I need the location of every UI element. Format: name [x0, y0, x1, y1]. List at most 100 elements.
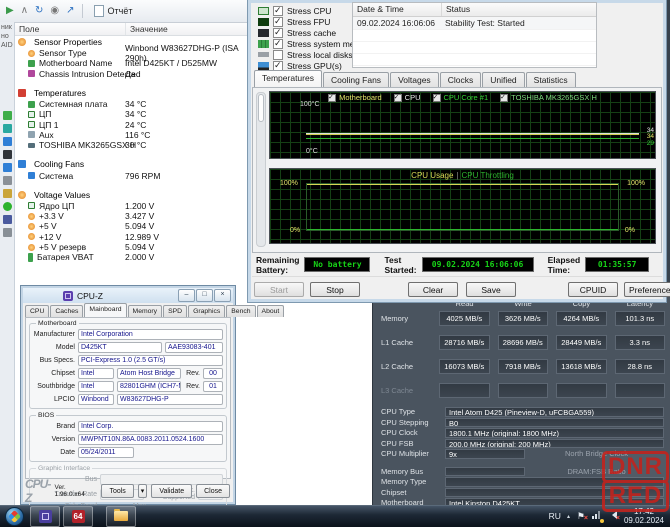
chipset-rev-label: Rev.: [184, 370, 200, 377]
temperatures-icon: [18, 89, 26, 97]
test-log-table: Date & Time Status 09.02.2024 16:06:06 S…: [352, 2, 597, 68]
log-row[interactable]: 09.02.2024 16:06:06 Stability Test: Star…: [353, 17, 596, 29]
cpuz-tab[interactable]: SPD: [163, 305, 187, 317]
cpuz-tab[interactable]: About: [257, 305, 285, 317]
hidden-icons-arrow[interactable]: ▴: [567, 513, 570, 520]
legend-checkbox-icon[interactable]: [328, 94, 336, 102]
log-col-datetime[interactable]: Date & Time: [353, 3, 442, 16]
cpuz-tab[interactable]: Mainboard: [84, 303, 126, 317]
toolbar-icon[interactable]: ↗: [66, 6, 74, 16]
toolbar-icon[interactable]: ∧: [21, 6, 28, 16]
sensor-row-icon: [28, 253, 33, 262]
stress-tab[interactable]: Clocks: [440, 72, 482, 87]
legend-item[interactable]: CPU: [394, 93, 421, 102]
sensor-row[interactable]: +12 V 12.989 V: [15, 232, 247, 242]
chipset-label: Chipset: [33, 370, 75, 377]
stress-option-checkbox[interactable]: [273, 17, 283, 27]
stress-button[interactable]: Stop: [310, 282, 360, 297]
field-column-header[interactable]: Поле: [15, 23, 126, 35]
sensor-row[interactable]: Aux 116 °C: [15, 130, 247, 140]
sensor-row[interactable]: Motherboard Name Intel D425KT / D525MW: [15, 58, 247, 68]
sensor-row[interactable]: +5 V резерв 5.094 V: [15, 242, 247, 252]
toolbar-icon[interactable]: ◉: [50, 6, 59, 16]
stress-option-label: Stress local disks: [287, 50, 353, 60]
y-axis-max-label: 100°C: [300, 101, 320, 108]
sensor-row[interactable]: ЦП 34 °C: [15, 109, 247, 119]
language-indicator[interactable]: RU: [549, 511, 561, 521]
log-status: Stability Test: Started: [441, 17, 596, 29]
sensor-row[interactable]: Системная плата 34 °C: [15, 99, 247, 109]
minimize-button[interactable]: –: [178, 289, 195, 302]
stress-button[interactable]: Clear: [408, 282, 458, 297]
legend-item[interactable]: TOSHIBA MK3265GSX H: [500, 93, 597, 102]
sensor-row[interactable]: +5 V 5.094 V: [15, 221, 247, 231]
start-button[interactable]: [5, 507, 24, 526]
taskbar-explorer-button[interactable]: [106, 506, 136, 527]
benchmark-row: Memory4025 MB/s3626 MB/s4264 MB/s101.3 n…: [381, 311, 665, 326]
sensor-row[interactable]: Sensor Type Winbond W83627DHG-P (ISA 290…: [15, 48, 247, 58]
toolbar-separator: [82, 4, 83, 18]
legend-checkbox-icon[interactable]: [500, 94, 508, 102]
log-col-status[interactable]: Status: [442, 3, 596, 16]
maximize-button[interactable]: □: [196, 289, 213, 302]
sensor-row-value: 34 °C: [125, 109, 146, 119]
stress-button[interactable]: Preferences: [624, 282, 670, 297]
report-button[interactable]: Отчёт: [90, 3, 137, 19]
stress-option-checkbox[interactable]: [273, 61, 283, 71]
volume-icon[interactable]: ×: [608, 511, 618, 521]
legend-item[interactable]: CPU Core #1: [433, 93, 489, 102]
stress-option-checkbox[interactable]: [273, 28, 283, 38]
taskbar-cpuz-button[interactable]: [30, 506, 60, 527]
legend-item[interactable]: Motherboard: [328, 93, 382, 102]
sensor-row[interactable]: Батарея VBAT 2.000 V: [15, 252, 247, 262]
legend-checkbox-icon[interactable]: [433, 94, 441, 102]
cpu-info-label: Chipset: [381, 488, 441, 497]
cpuz-tab[interactable]: Bench: [226, 305, 255, 317]
toolbar-icon[interactable]: ▶: [6, 6, 14, 16]
cpuz-tab[interactable]: Memory: [128, 305, 163, 317]
stress-button[interactable]: Start: [254, 282, 304, 297]
stress-tab[interactable]: Cooling Fans: [323, 72, 389, 87]
value-column-header[interactable]: Значение: [126, 23, 168, 35]
action-center-flag-icon[interactable]: ⚑×: [576, 512, 586, 521]
tools-dropdown-icon[interactable]: ▾: [138, 484, 148, 498]
toolbar-icon[interactable]: ↻: [35, 6, 43, 16]
elapsed-label: Elapsed Time:: [548, 255, 581, 275]
sensor-row[interactable]: Система 796 RPM: [15, 170, 247, 180]
sensor-row[interactable]: ЦП 1 24 °C: [15, 119, 247, 129]
taskbar: 64 RU ▴ ⚑× × 17:42 09.02.2024: [0, 505, 670, 527]
cpuz-tab[interactable]: Caches: [50, 305, 83, 317]
cpuz-tab[interactable]: CPU: [25, 305, 49, 317]
cpu-info-label: CPU Clock: [381, 428, 441, 437]
stress-option-checkbox[interactable]: [273, 50, 283, 60]
cpu-core-temp-line: [306, 138, 639, 139]
stress-option-checkbox[interactable]: [273, 39, 283, 49]
sensor-row-value: Да: [125, 69, 135, 79]
stress-tab[interactable]: Temperatures: [254, 70, 322, 87]
test-started-value: 09.02.2024 16:06:06: [422, 257, 534, 272]
taskbar-aida64-button[interactable]: 64: [63, 506, 93, 527]
stress-option-checkbox[interactable]: [273, 6, 283, 16]
stress-tab[interactable]: Voltages: [390, 72, 439, 87]
stress-tab[interactable]: Statistics: [526, 72, 576, 87]
stress-button[interactable]: CPUID: [568, 282, 618, 297]
graph-scrollbar[interactable]: [256, 92, 266, 247]
network-icon[interactable]: [592, 511, 602, 521]
stress-tab[interactable]: Unified: [482, 72, 524, 87]
close-button[interactable]: ×: [214, 289, 231, 302]
validate-button[interactable]: Validate: [151, 484, 192, 498]
stress-button[interactable]: Save: [466, 282, 516, 297]
sensor-row[interactable]: +3.3 V 3.427 V: [15, 211, 247, 221]
cpuz-close-button[interactable]: Close: [196, 484, 230, 498]
sensor-row-value: 30 °C: [125, 140, 146, 150]
tools-button[interactable]: Tools: [101, 484, 133, 498]
legend-checkbox-icon[interactable]: [394, 94, 402, 102]
cpuz-body: CPUCachesMainboardMemorySPDGraphicsBench…: [25, 304, 231, 501]
sensor-row[interactable]: Chassis Intrusion Detected Да: [15, 69, 247, 79]
sensor-row[interactable]: Ядро ЦП 1.200 V: [15, 201, 247, 211]
sensor-row-icon: [28, 143, 35, 148]
sensor-row[interactable]: TOSHIBA MK3265GSX H 30 °C: [15, 140, 247, 150]
cpuz-tab[interactable]: Graphics: [188, 305, 225, 317]
report-page-icon: [94, 5, 104, 17]
cpuz-title-bar[interactable]: CPU-Z – □ ×: [23, 288, 233, 303]
